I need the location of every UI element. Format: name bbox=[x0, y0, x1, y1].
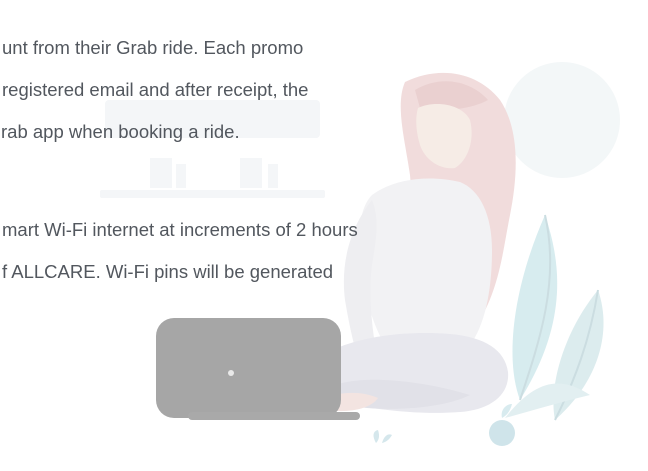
grab-description-line-1: unt from their Grab ride. Each promo bbox=[2, 37, 304, 58]
wifi-description-line-1: mart Wi-Fi internet at increments of 2 h… bbox=[2, 219, 358, 240]
laptop-icon bbox=[156, 318, 360, 420]
small-plant-icon bbox=[489, 404, 515, 446]
plant-icon bbox=[505, 214, 604, 421]
grass-icon bbox=[373, 430, 392, 443]
grab-description-line-3: rab app when booking a ride. bbox=[1, 121, 240, 142]
benefits-page: unt from their Grab ride. Each promo reg… bbox=[0, 0, 648, 471]
background-shelf bbox=[100, 100, 325, 198]
shirt-shape bbox=[359, 178, 492, 345]
background-blob bbox=[504, 62, 620, 178]
grab-description-line-2: registered email and after receipt, the bbox=[2, 79, 309, 100]
wifi-description-line-2: f ALLCARE. Wi-Fi pins will be generated bbox=[2, 261, 334, 282]
